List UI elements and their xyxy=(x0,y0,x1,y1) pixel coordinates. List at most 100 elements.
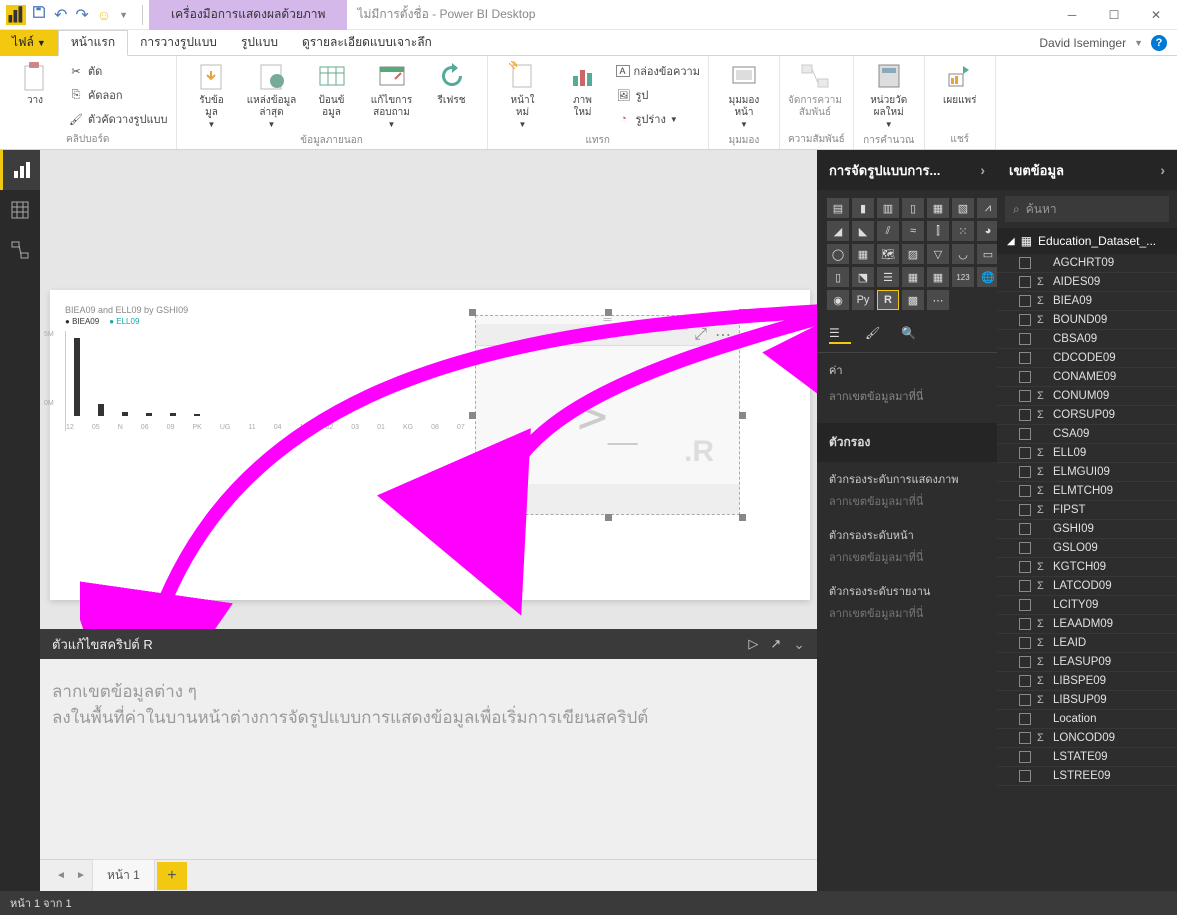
viz-100-bar-icon[interactable]: ▦ xyxy=(927,198,949,218)
viz-pie-icon[interactable]: ◕ xyxy=(977,221,999,241)
collapse-icon[interactable]: ⌄ xyxy=(793,636,805,653)
viz-funnel-icon[interactable]: ▽ xyxy=(927,244,949,264)
field-item[interactable]: ΣFIPST xyxy=(997,501,1177,520)
field-item[interactable]: CDCODE09 xyxy=(997,349,1177,368)
checkbox[interactable] xyxy=(1019,770,1031,782)
recent-sources-button[interactable]: แหล่งข้อมูล ล่าสุด▼ xyxy=(245,60,299,131)
new-page-button[interactable]: หน้าใ หม่▼ xyxy=(496,60,550,131)
user-name[interactable]: David Iseminger xyxy=(1039,36,1126,50)
viz-card-icon[interactable]: ▭ xyxy=(977,244,999,264)
field-item[interactable]: ΣLIBSUP09 xyxy=(997,691,1177,710)
field-item[interactable]: ΣBIEA09 xyxy=(997,292,1177,311)
checkbox[interactable] xyxy=(1019,580,1031,592)
field-item[interactable]: Location xyxy=(997,710,1177,729)
paste-button[interactable]: วาง xyxy=(8,60,62,107)
add-page-button[interactable]: + xyxy=(157,862,187,890)
viz-clustered-bar-icon[interactable]: ▥ xyxy=(877,198,899,218)
field-item[interactable]: LSTREE09 xyxy=(997,767,1177,786)
checkbox[interactable] xyxy=(1019,694,1031,706)
field-item[interactable]: ΣLONCOD09 xyxy=(997,729,1177,748)
field-item[interactable]: ΣCONUM09 xyxy=(997,387,1177,406)
edit-queries-button[interactable]: แก้ไขการ สอบถาม▼ xyxy=(365,60,419,131)
viz-donut-icon[interactable]: ◯ xyxy=(827,244,849,264)
viz-slicer-icon[interactable]: ☰ xyxy=(877,267,899,287)
checkbox[interactable] xyxy=(1019,656,1031,668)
viz-table-icon[interactable]: ▦ xyxy=(902,267,924,287)
collapse-fields-pane-icon[interactable]: › xyxy=(1160,162,1165,178)
viz-map-icon[interactable]: 🗺 xyxy=(877,244,899,264)
fields-search-input[interactable]: ⌕ ค้นหา xyxy=(1005,196,1169,222)
collapse-viz-pane-icon[interactable]: › xyxy=(980,162,985,178)
field-item[interactable]: GSLO09 xyxy=(997,539,1177,558)
tab-next-icon[interactable]: ► xyxy=(72,870,90,881)
popout-icon[interactable]: ↗ xyxy=(770,636,781,653)
tab-file[interactable]: ไฟล์ ▼ xyxy=(0,30,58,56)
checkbox[interactable] xyxy=(1019,485,1031,497)
table-header[interactable]: ◢ ▦ Education_Dataset_... xyxy=(997,228,1177,254)
field-item[interactable]: ΣLEASUP09 xyxy=(997,653,1177,672)
checkbox[interactable] xyxy=(1019,295,1031,307)
report-level-filters[interactable]: ตัวกรองระดับรายงาน ลากเขตข้อมูลมาที่นี่ xyxy=(817,574,997,630)
field-item[interactable]: ΣLEAID xyxy=(997,634,1177,653)
format-tab-icon[interactable]: 🖌 xyxy=(865,326,887,344)
manage-relationships-button[interactable]: จัดการความ สัมพันธ์ xyxy=(788,60,842,119)
visual-level-filters[interactable]: ตัวกรองระดับการแสดงภาพ ลากเขตข้อมูลมาที่… xyxy=(817,462,997,518)
smiley-icon[interactable]: ☺ xyxy=(97,7,111,23)
checkbox[interactable] xyxy=(1019,409,1031,421)
publish-button[interactable]: เผยแพร่ xyxy=(933,60,987,107)
textbox-button[interactable]: Aกล่องข้อความ xyxy=(616,60,700,82)
checkbox[interactable] xyxy=(1019,314,1031,326)
checkbox[interactable] xyxy=(1019,371,1031,383)
tab-home[interactable]: หน้าแรก xyxy=(58,30,128,56)
checkbox[interactable] xyxy=(1019,713,1031,725)
checkbox[interactable] xyxy=(1019,618,1031,630)
viz-scatter-icon[interactable]: ⁙ xyxy=(952,221,974,241)
viz-filled-map-icon[interactable]: ▨ xyxy=(902,244,924,264)
checkbox[interactable] xyxy=(1019,428,1031,440)
viz-100-column-icon[interactable]: ▧ xyxy=(952,198,974,218)
tab-prev-icon[interactable]: ◄ xyxy=(52,870,70,881)
checkbox[interactable] xyxy=(1019,523,1031,535)
checkbox[interactable] xyxy=(1019,542,1031,554)
tab-drill[interactable]: ดูรายละเอียดแบบเจาะลึก xyxy=(290,30,444,56)
viz-stacked-column-icon[interactable]: ▮ xyxy=(852,198,874,218)
value-fieldwell[interactable]: ค่า ลากเขตข้อมูลมาที่นี่ xyxy=(817,353,997,423)
viz-gauge-icon[interactable]: ◡ xyxy=(952,244,974,264)
field-item[interactable]: ΣLATCOD09 xyxy=(997,577,1177,596)
page-view-button[interactable]: มุมมอง หน้า▼ xyxy=(717,60,771,131)
enter-data-button[interactable]: ป้อนข้ อมูล xyxy=(305,60,359,119)
checkbox[interactable] xyxy=(1019,751,1031,763)
field-item[interactable]: ΣELMTCH09 xyxy=(997,482,1177,501)
viz-stacked-bar-icon[interactable]: ▤ xyxy=(827,198,849,218)
field-item[interactable]: ΣELMGUI09 xyxy=(997,463,1177,482)
redo-icon[interactable]: ↷ xyxy=(75,5,88,25)
field-item[interactable]: ΣKGTCH09 xyxy=(997,558,1177,577)
r-editor-body[interactable]: ลากเขตข้อมูลต่าง ๆ ลงในพื้นที่ค่าในบานหน… xyxy=(40,659,817,859)
viz-stacked-area-icon[interactable]: ◣ xyxy=(852,221,874,241)
field-item[interactable]: ΣELL09 xyxy=(997,444,1177,463)
viz-multi-card-icon[interactable]: ▯ xyxy=(827,267,849,287)
undo-icon[interactable]: ↶ xyxy=(54,5,67,25)
field-item[interactable]: LSTATE09 xyxy=(997,748,1177,767)
viz-python-icon[interactable]: Py xyxy=(852,290,874,310)
close-button[interactable]: ✕ xyxy=(1135,1,1177,29)
field-item[interactable]: CBSA09 xyxy=(997,330,1177,349)
checkbox[interactable] xyxy=(1019,390,1031,402)
viz-matrix-icon[interactable]: ▦ xyxy=(927,267,949,287)
checkbox[interactable] xyxy=(1019,504,1031,516)
checkbox[interactable] xyxy=(1019,466,1031,478)
viz-ribbon-icon[interactable]: ≈ xyxy=(902,221,924,241)
checkbox[interactable] xyxy=(1019,561,1031,573)
field-item[interactable]: ΣCORSUP09 xyxy=(997,406,1177,425)
checkbox[interactable] xyxy=(1019,276,1031,288)
tab-format[interactable]: รูปแบบ xyxy=(229,30,290,56)
checkbox[interactable] xyxy=(1019,447,1031,459)
viz-line-column-icon[interactable]: ⫽ xyxy=(877,221,899,241)
field-item[interactable]: ΣLEAADM09 xyxy=(997,615,1177,634)
field-item[interactable]: CONAME09 xyxy=(997,368,1177,387)
fields-tab-icon[interactable]: ☰ xyxy=(829,326,851,344)
viz-treemap-icon[interactable]: ▦ xyxy=(852,244,874,264)
tab-modeling[interactable]: การวางรูปแบบ xyxy=(128,30,229,56)
refresh-button[interactable]: รีเฟรช xyxy=(425,60,479,107)
checkbox[interactable] xyxy=(1019,637,1031,649)
